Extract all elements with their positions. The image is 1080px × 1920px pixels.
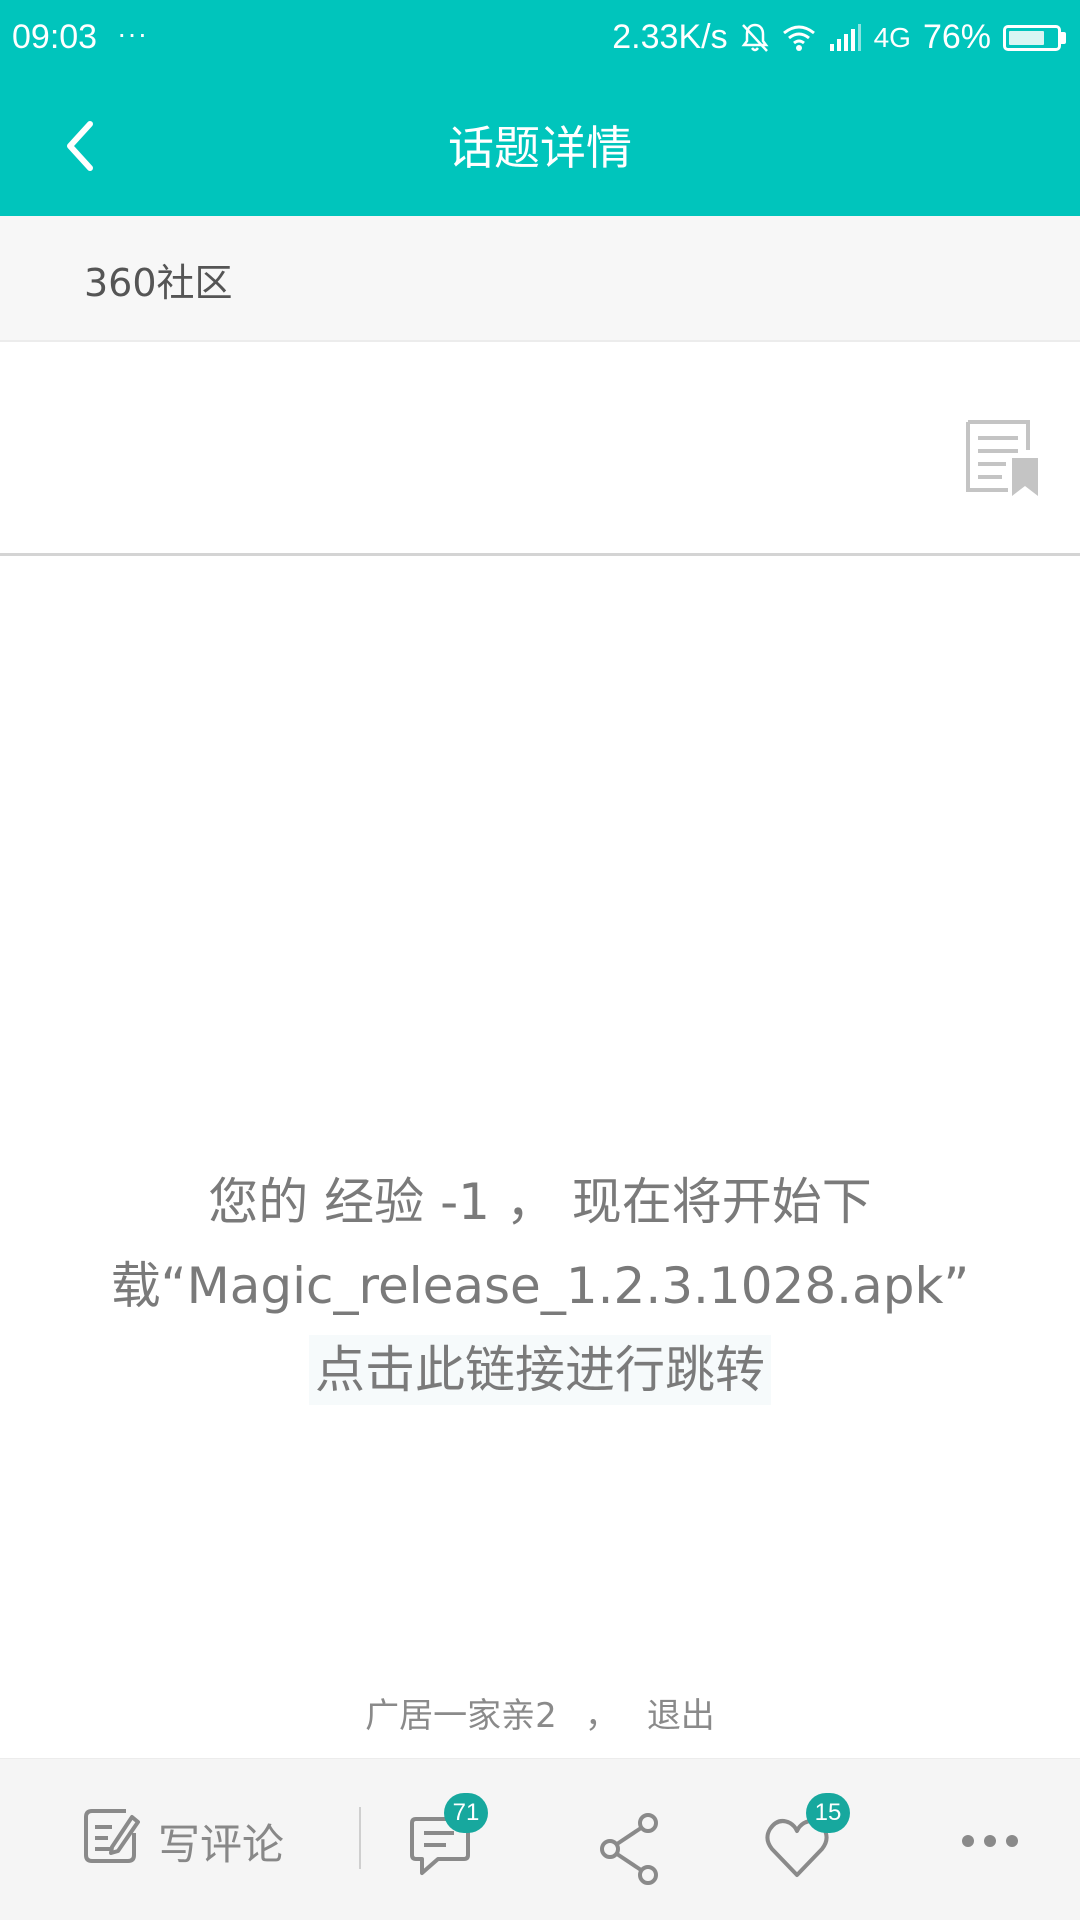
message-line-2: 载“Magic_release_1.2.3.1028.apk”: [110, 1257, 970, 1315]
more-button[interactable]: [950, 1801, 1030, 1881]
battery-body: [1003, 24, 1061, 51]
write-comment-button[interactable]: 写评论: [82, 1809, 284, 1873]
status-more-dots: ···: [117, 17, 149, 49]
like-button[interactable]: 15: [758, 1793, 850, 1881]
bottom-action-bar: 写评论 71 15: [0, 1758, 1080, 1920]
bottom-bar-divider: [359, 1807, 361, 1869]
signal-icon: [828, 23, 862, 52]
logout-link[interactable]: 退出: [647, 1688, 715, 1737]
battery-icon: [1003, 24, 1066, 51]
battery-fill: [1009, 30, 1044, 45]
topic-title-area: [0, 342, 1080, 556]
status-bar-left: 09:03 ···: [12, 18, 148, 57]
battery-tip: [1061, 31, 1066, 44]
status-bar: 09:03 ··· 2.33K/s 4G 76%: [0, 0, 1080, 78]
article-bookmark-icon: [962, 420, 1040, 500]
comment-count-badge: 71: [444, 1793, 488, 1833]
page-title: 话题详情: [448, 121, 632, 175]
bell-muted-icon: [740, 22, 770, 54]
redirect-link[interactable]: 点击此链接进行跳转: [309, 1335, 771, 1405]
share-button[interactable]: [592, 1801, 672, 1885]
download-message: 您的 经验 -1 ， 现在将开始下 载“Magic_release_1.2.3.…: [60, 1160, 1020, 1412]
write-comment-label: 写评论: [158, 1819, 285, 1869]
community-bar: 360社区: [0, 216, 1080, 342]
community-link[interactable]: 360社区: [84, 252, 233, 307]
status-bar-right: 2.33K/s 4G 76%: [612, 18, 1066, 57]
user-footer-separator: ，: [584, 1696, 619, 1736]
app-header: 话题详情: [0, 78, 1080, 216]
user-footer: 广居一家亲2 ， 退出: [0, 1688, 1080, 1737]
like-count-badge: 15: [806, 1793, 850, 1833]
edit-icon: [82, 1807, 140, 1875]
article-bookmark-button[interactable]: [962, 418, 1040, 496]
network-speed: 2.33K/s: [612, 18, 728, 56]
username: 广居一家亲2: [365, 1696, 557, 1736]
message-line-1: 您的 经验 -1 ， 现在将开始下: [208, 1173, 872, 1231]
status-time: 09:03: [12, 18, 98, 56]
wifi-icon: [782, 24, 816, 52]
comments-button[interactable]: 71: [402, 1793, 488, 1881]
battery-percent: 76%: [922, 18, 991, 56]
network-type: 4G: [873, 21, 911, 53]
